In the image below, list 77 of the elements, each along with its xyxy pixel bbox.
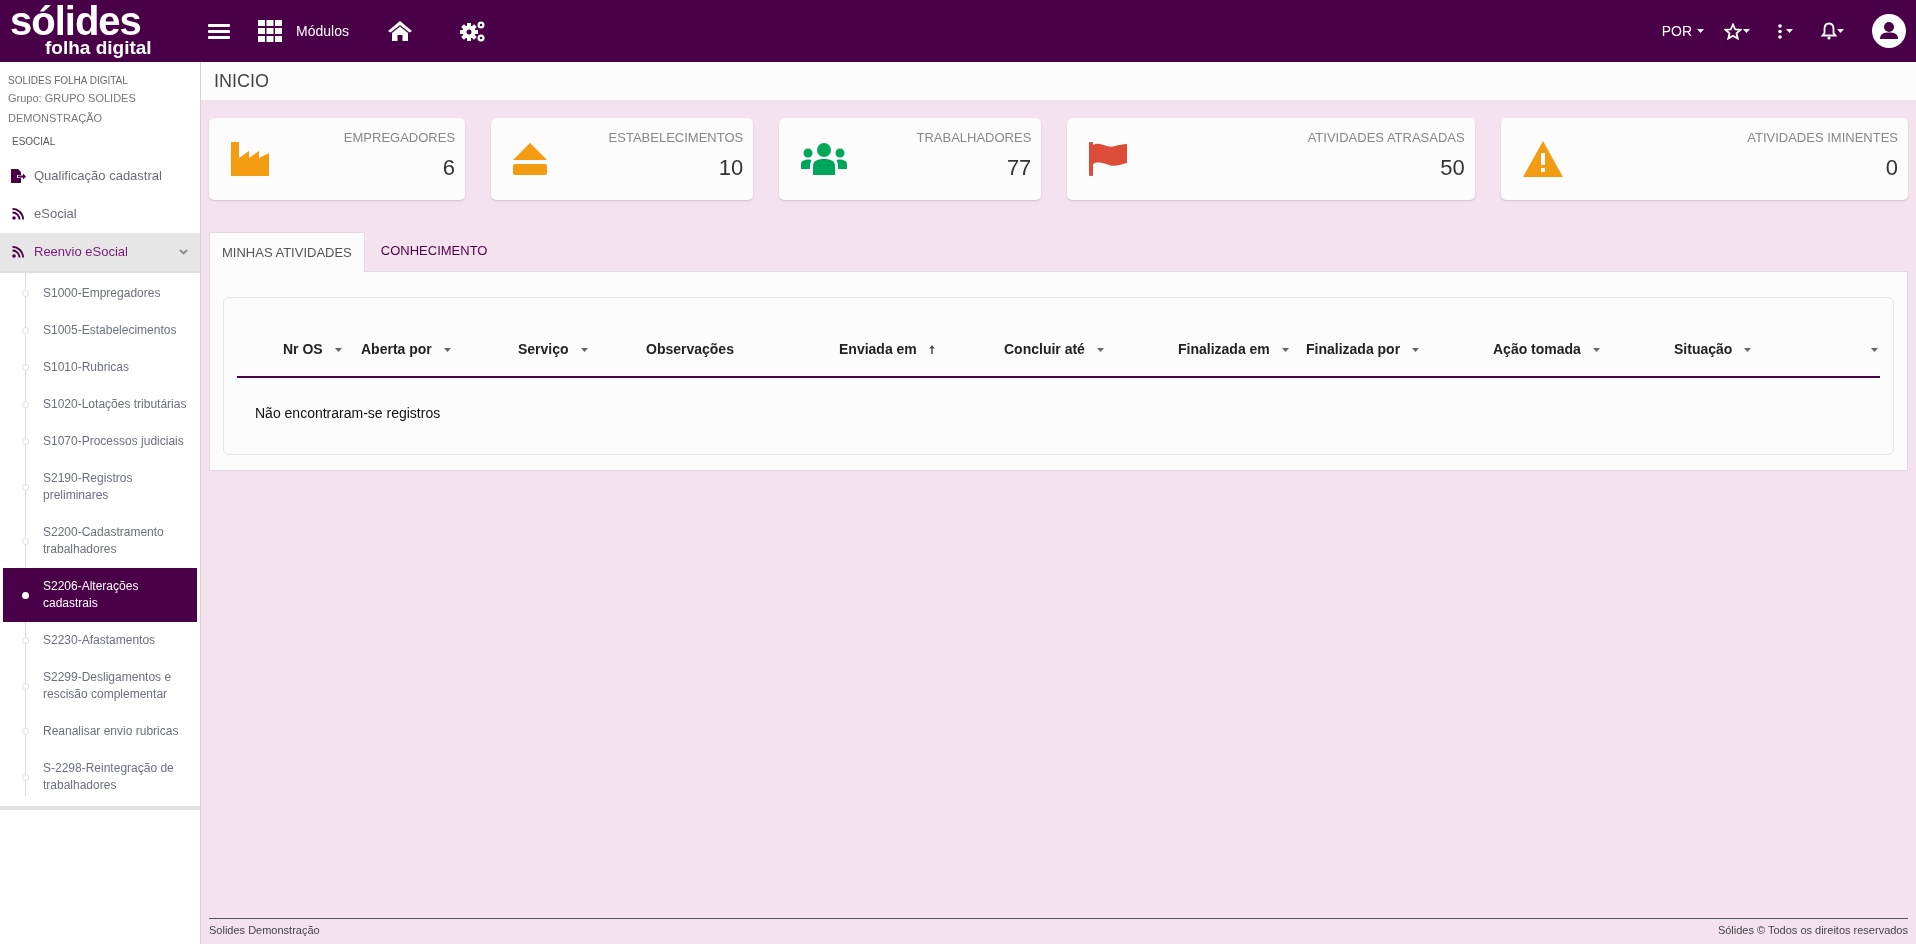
language-dropdown[interactable]: POR — [1661, 20, 1704, 42]
caret-icon[interactable] — [1412, 347, 1420, 352]
bell-icon — [1821, 22, 1837, 40]
caret-icon[interactable] — [1744, 347, 1752, 352]
rss-icon — [12, 246, 24, 258]
column-header[interactable]: Enviada em — [839, 339, 917, 360]
sidebar-subitem[interactable]: S2230-Afastamentos — [3, 622, 197, 659]
caret-icon[interactable] — [1592, 347, 1600, 352]
copyright-text: Sólides © Todos os direitos reservados — [1717, 923, 1908, 939]
empty-message: Não encontraram-se registros — [254, 404, 442, 423]
column-header[interactable]: Finalizada por — [1306, 339, 1401, 360]
caret-icon[interactable] — [1281, 347, 1289, 352]
sidebar-subitem[interactable]: Reanalisar envio rubricas — [3, 713, 197, 750]
caret-icon[interactable] — [1871, 347, 1878, 352]
caret-icon[interactable] — [334, 347, 342, 352]
chevron-down-icon — [179, 249, 188, 255]
footer-text: Solides Demonstração — [209, 923, 320, 939]
logo-text: sólides — [10, 4, 141, 38]
logo-subtitle: folha digital — [44, 38, 153, 58]
sidebar-subitem[interactable]: S1005-Estabelecimentos — [3, 312, 197, 349]
sidebar-subitem[interactable]: S2206-Alterações cadastrais — [3, 568, 197, 622]
card-value: 10 — [718, 153, 744, 182]
sidebar-subitem[interactable]: S2299-Desligamentos e rescisão complementar — [3, 659, 197, 713]
column-header[interactable]: Ação tomada — [1493, 339, 1581, 360]
column-header[interactable]: Finalizada em — [1178, 339, 1270, 360]
caret-icon[interactable] — [443, 347, 451, 352]
caret-icon[interactable] — [580, 347, 588, 352]
card-label: EMPREGADORES — [343, 129, 456, 147]
star-icon — [1724, 22, 1742, 40]
card-value: 0 — [1885, 153, 1898, 182]
menu-icon[interactable] — [208, 23, 230, 39]
sidebar-subitem[interactable]: S2190-Registros preliminares — [3, 460, 197, 514]
user-avatar[interactable] — [1872, 14, 1906, 48]
card-label: ATIVIDADES ATRASADAS — [1307, 129, 1465, 147]
sidebar-subitem[interactable]: S2200-Cadastramento trabalhadores — [3, 514, 197, 568]
tab[interactable]: CONHECIMENTO — [364, 231, 504, 271]
column-header[interactable]: Situação — [1674, 339, 1733, 360]
section-heading: ESOCIAL — [11, 135, 57, 149]
sidebar-subitem[interactable]: S-2298-Reintegração de trabalhadores — [3, 750, 197, 804]
rss-icon — [12, 208, 24, 220]
caret-icon[interactable] — [1096, 347, 1104, 352]
column-header[interactable]: Observações — [646, 339, 734, 360]
card-value: 50 — [1440, 153, 1465, 182]
column-header[interactable]: Serviço — [518, 339, 569, 360]
sidebar-item[interactable]: eSocial — [0, 195, 200, 233]
tab[interactable]: MINHAS ATIVIDADES — [209, 232, 365, 272]
grid-icon — [258, 20, 282, 42]
card-label: ATIVIDADES IMINENTES — [1747, 129, 1898, 147]
file-export-icon — [10, 168, 26, 184]
favorites-button[interactable] — [1724, 22, 1750, 40]
home-icon[interactable] — [386, 20, 413, 42]
card-label: ESTABELECIMENTOS — [608, 129, 744, 147]
group-name: Grupo: GRUPO SOLIDES DEMONSTRAÇÃO — [8, 91, 137, 126]
caret-icon — [1743, 29, 1750, 33]
vertical-dots-icon — [1778, 23, 1782, 39]
column-header[interactable]: Aberta por — [361, 339, 432, 360]
sidebar-subitem[interactable]: S1020-Lotações tributárias — [3, 386, 197, 423]
column-header[interactable]: Nr OS — [283, 339, 323, 360]
caret-icon — [1786, 29, 1793, 33]
company-name: SOLIDES FOLHA DIGITAL — [8, 74, 129, 88]
sidebar-item[interactable]: Reenvio eSocial — [0, 233, 200, 271]
column-header[interactable]: Concluir até — [1004, 339, 1085, 360]
sort-up-icon[interactable] — [928, 345, 935, 354]
page-title: INICIO — [214, 69, 269, 93]
sidebar-subitem[interactable]: S1070-Processos judiciais — [3, 423, 197, 460]
sidebar-item[interactable]: Qualificação cadastral — [0, 157, 200, 195]
notifications-button[interactable] — [1821, 22, 1844, 40]
more-options-button[interactable] — [1778, 23, 1793, 39]
caret-icon — [1697, 29, 1704, 33]
gears-icon[interactable] — [458, 19, 487, 43]
card-label: TRABALHADORES — [916, 129, 1032, 147]
sidebar-subitem[interactable]: S1010-Rubricas — [3, 349, 197, 386]
card-value: 77 — [1006, 153, 1032, 182]
modules-button[interactable]: Módulos — [258, 20, 349, 42]
caret-icon — [1837, 29, 1844, 33]
sidebar-subitem[interactable]: S1000-Empregadores — [3, 275, 197, 312]
card-value: 6 — [442, 153, 456, 182]
